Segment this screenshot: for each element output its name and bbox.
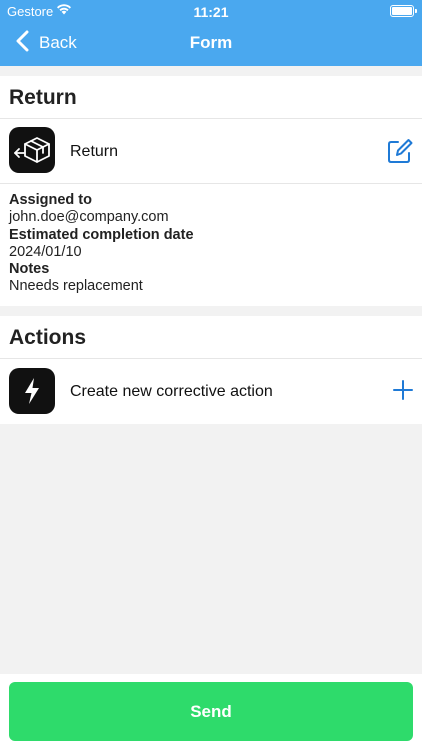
plus-icon (393, 380, 413, 400)
completion-date-value: 2024/01/10 (9, 243, 82, 260)
return-section-title: Return (9, 86, 77, 109)
actions-section: Actions Create new corrective action (0, 316, 422, 424)
assigned-to-label: Assigned to (9, 192, 92, 208)
divider (0, 183, 422, 184)
back-label: Back (39, 33, 77, 52)
status-bar: Gestore 11:21 (0, 0, 422, 22)
lightning-icon (9, 368, 55, 414)
return-section: Return Return Assigned to john.doe@compa… (0, 76, 422, 306)
chevron-left-icon (16, 30, 29, 57)
notes-value: Nneeds replacement (9, 278, 143, 295)
completion-date-label: Estimated completion date (9, 226, 194, 243)
clock-time: 11:21 (193, 4, 229, 20)
assigned-to-value: john.doe@company.com (9, 209, 169, 226)
send-button[interactable]: Send (9, 682, 413, 741)
edit-icon[interactable] (387, 138, 413, 169)
return-details: Assigned to john.doe@company.com Estimat… (9, 192, 194, 296)
back-button[interactable]: Back (16, 30, 77, 57)
divider (0, 358, 422, 359)
divider (0, 118, 422, 119)
notes-label: Notes (9, 261, 50, 278)
package-return-icon (9, 127, 55, 173)
actions-section-title: Actions (9, 326, 87, 349)
battery-icon (390, 5, 417, 17)
create-corrective-action-label[interactable]: Create new corrective action (70, 383, 273, 401)
app-header: Gestore 11:21 Back Form (0, 0, 422, 66)
return-item-label: Return (70, 143, 119, 160)
add-corrective-action-button[interactable] (393, 380, 413, 405)
